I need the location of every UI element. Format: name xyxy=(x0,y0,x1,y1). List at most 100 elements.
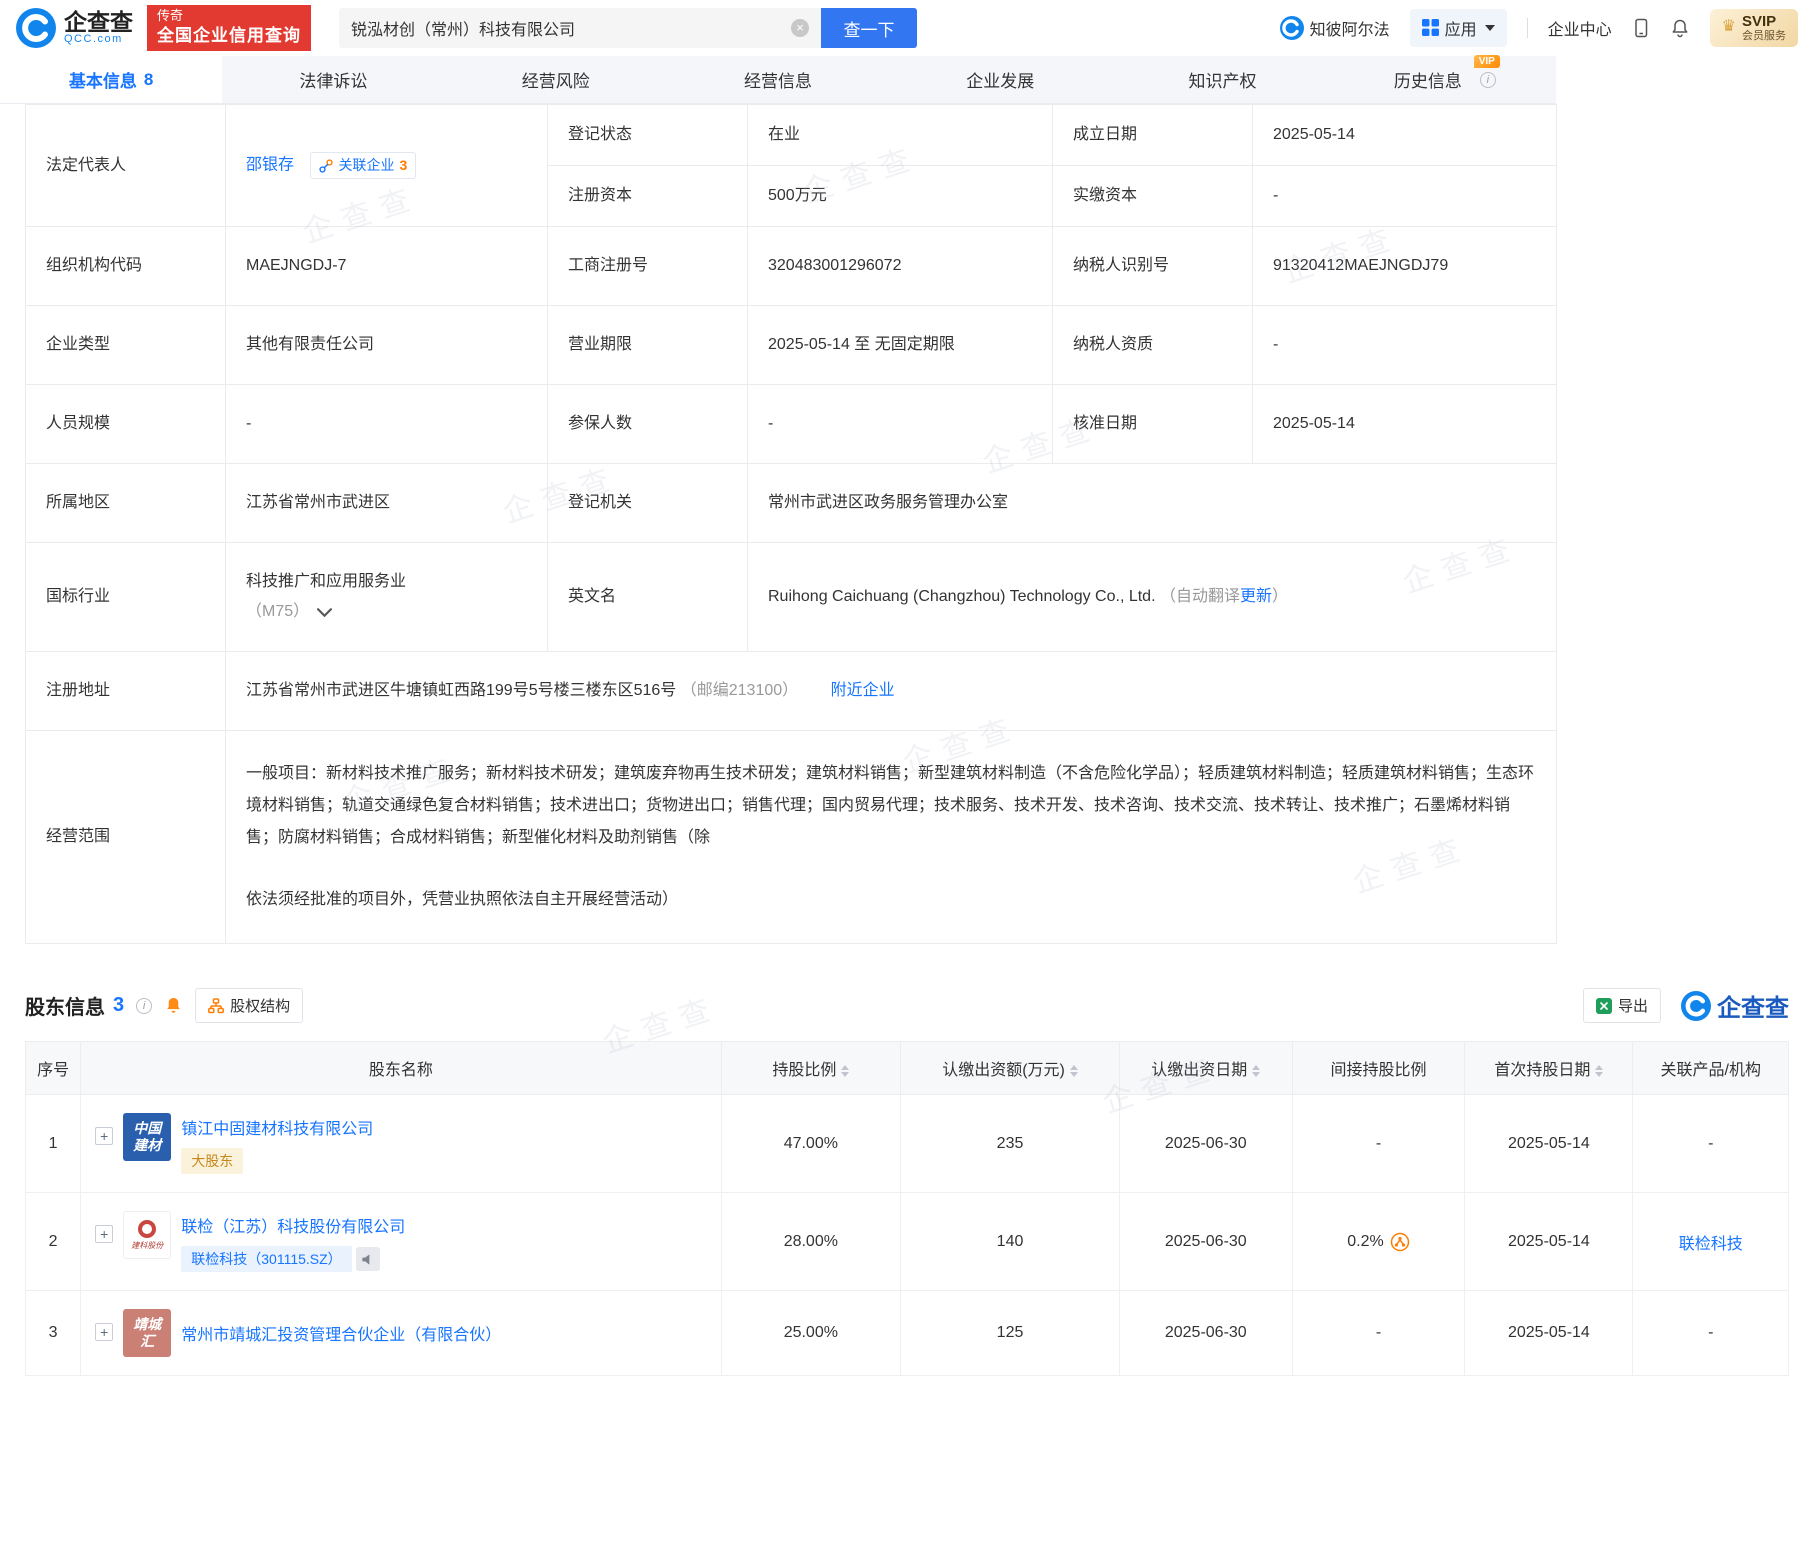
col-label: 持股比例 xyxy=(772,1062,837,1079)
equity-structure-button[interactable]: 股权结构 xyxy=(195,988,304,1023)
logo-text: 建材 xyxy=(133,1137,162,1153)
related-companies-chip[interactable]: 关联企业 3 xyxy=(310,152,417,179)
update-translation-link[interactable]: 更新 xyxy=(1240,588,1272,605)
col-label: 认缴出资日期 xyxy=(1151,1062,1248,1079)
info-icon[interactable]: i xyxy=(136,997,153,1014)
shareholder-name-link[interactable]: 联检（江苏）科技股份有限公司 xyxy=(181,1213,405,1237)
expand-row-button[interactable]: + xyxy=(95,1323,114,1341)
apps-menu[interactable]: 应用 xyxy=(1409,8,1507,47)
qcc-logo-icon xyxy=(16,8,56,48)
tab-operation-info[interactable]: 经营信息 xyxy=(667,56,889,103)
col-related: 关联产品/机构 xyxy=(1660,1062,1761,1079)
tab-company-development[interactable]: 企业发展 xyxy=(889,56,1111,103)
section-count: 3 xyxy=(113,994,125,1016)
vip-badge: VIP xyxy=(1473,55,1500,68)
sort-icon xyxy=(1595,1064,1604,1077)
tab-label: 法律诉讼 xyxy=(299,72,368,91)
expand-row-button[interactable]: + xyxy=(95,1225,114,1243)
qcc-logo[interactable]: 企查查 QCC.com xyxy=(16,8,133,48)
announcement-icon[interactable] xyxy=(355,1247,380,1271)
col-ratio-sort[interactable]: 持股比例 xyxy=(720,1041,902,1095)
field-value: 常州市武进区政务服务管理办公室 xyxy=(768,494,1009,511)
field-label: 法定代表人 xyxy=(46,156,127,174)
shareholder-logo: 靖城 汇 xyxy=(123,1309,172,1357)
search-button[interactable]: 查一下 xyxy=(821,8,917,48)
zhibi-alpha-link[interactable]: 知彼阿尔法 xyxy=(1279,15,1390,40)
address-value: 江苏省常州市武进区牛塘镇虹西路199号5号楼三楼东区516号 xyxy=(246,682,677,699)
field-value: 在业 xyxy=(768,126,801,143)
related-value: - xyxy=(1708,1134,1714,1152)
basic-info-table: 法定代表人 邵银存 关联企业 3 登记状态 在业 成立日期 2025-05-14… xyxy=(25,104,1557,944)
field-label: 纳税人识别号 xyxy=(1073,257,1170,274)
tab-history-info[interactable]: 历史信息 VIP i xyxy=(1334,55,1556,103)
shareholders-header: 股东信息 3 i 股权结构 导出 企查查 xyxy=(25,988,1789,1023)
field-value: 2025-05-14 xyxy=(1273,415,1355,432)
qcc-brand-text: 企查查 xyxy=(1717,995,1789,1022)
enterprise-center-link[interactable]: 企业中心 xyxy=(1548,16,1612,40)
crown-icon: ♛ xyxy=(1721,18,1736,36)
nearby-companies-link[interactable]: 附近企业 xyxy=(831,682,895,699)
qcc-company-page: 企查查 企查查 企查查 企查查 企查查 企查查 企查查 企查查 企查查 企查查 … xyxy=(0,0,1814,1376)
english-name-value: Ruihong Caichuang (Changzhou) Technology… xyxy=(768,588,1156,605)
logo-text: 靖城 xyxy=(133,1315,162,1332)
field-label: 参保人数 xyxy=(568,415,633,432)
clear-search-icon[interactable]: × xyxy=(791,19,809,37)
equity-penetration-icon[interactable] xyxy=(1390,1232,1410,1252)
listed-stock-tag[interactable]: 联检科技（301115.SZ） xyxy=(181,1246,352,1272)
field-label: 注册资本 xyxy=(568,187,633,204)
tab-label: 经营风险 xyxy=(521,72,590,91)
caret-down-icon xyxy=(1484,24,1495,31)
excel-icon xyxy=(1595,997,1612,1014)
field-value: - xyxy=(246,415,252,432)
field-value: - xyxy=(768,415,774,432)
tab-basic-info[interactable]: 基本信息 8 xyxy=(0,56,223,103)
col-amount-sort[interactable]: 认缴出资额(万元) xyxy=(900,1041,1120,1095)
logo-text: 建科股份 xyxy=(131,1240,164,1250)
expand-row-button[interactable]: + xyxy=(95,1127,114,1145)
col-seq: 序号 xyxy=(37,1062,70,1079)
sort-icon xyxy=(841,1064,850,1077)
enterprise-center-label: 企业中心 xyxy=(1547,21,1612,39)
mobile-app-icon[interactable] xyxy=(1632,18,1650,38)
tab-legal-litigation[interactable]: 法律诉讼 xyxy=(222,56,444,103)
top-header: 企查查 QCC.com 传奇 全国企业信用查询 × 查一下 知彼阿尔法 xyxy=(0,0,1814,56)
export-button[interactable]: 导出 xyxy=(1582,988,1661,1023)
first-date-value: 2025-05-14 xyxy=(1507,1134,1590,1152)
section-title: 股东信息 xyxy=(25,997,105,1019)
search-input[interactable] xyxy=(351,19,791,37)
field-value: - xyxy=(1273,187,1279,204)
chevron-down-icon[interactable] xyxy=(317,607,333,617)
promo-banner[interactable]: 传奇 全国企业信用查询 xyxy=(147,5,311,51)
field-label: 注册地址 xyxy=(46,682,111,699)
sub-date-value: 2025-06-30 xyxy=(1164,1134,1247,1152)
search-box[interactable]: × xyxy=(339,8,821,48)
tab-operation-risk[interactable]: 经营风险 xyxy=(445,56,667,103)
shareholder-name-link[interactable]: 镇江中固建材科技有限公司 xyxy=(181,1115,373,1139)
shareholder-name-link[interactable]: 常州市靖城汇投资管理合伙企业（有限合伙） xyxy=(181,1321,501,1345)
qcc-logo-icon xyxy=(1681,990,1711,1021)
svip-member-badge[interactable]: ♛ SVIP 会员服务 xyxy=(1709,8,1798,48)
tab-label: 企业发展 xyxy=(966,72,1035,91)
search-bar: × 查一下 xyxy=(339,8,917,48)
field-label: 实缴资本 xyxy=(1073,187,1138,204)
field-label: 营业期限 xyxy=(568,336,633,353)
equity-structure-label: 股权结构 xyxy=(230,998,291,1015)
logo-text: 汇 xyxy=(140,1333,155,1349)
subscribe-bell-icon[interactable] xyxy=(164,996,183,1015)
first-date-value: 2025-05-14 xyxy=(1507,1232,1590,1250)
info-icon[interactable]: i xyxy=(1479,71,1496,88)
tab-label: 历史信息 xyxy=(1393,72,1462,91)
related-product-link[interactable]: 联检科技 xyxy=(1679,1236,1743,1253)
qcc-watermark-logo: 企查查 xyxy=(1681,988,1789,1023)
divider xyxy=(1526,17,1528,38)
brand-name: 企查查 xyxy=(64,9,133,36)
tab-intellectual-property[interactable]: 知识产权 xyxy=(1111,56,1333,103)
col-sub-date-sort[interactable]: 认缴出资日期 xyxy=(1118,1041,1293,1095)
apps-grid-icon xyxy=(1421,19,1439,37)
logo-text: 中国 xyxy=(133,1119,162,1136)
col-first-date-sort[interactable]: 首次持股日期 xyxy=(1464,1041,1634,1095)
field-label: 国标行业 xyxy=(46,588,111,605)
legal-representative-link[interactable]: 邵银存 xyxy=(246,157,294,174)
notification-bell-icon[interactable] xyxy=(1670,18,1690,38)
business-scope-text: 一般项目：新材料技术推广服务；新材料技术研发；建筑废弃物再生技术研发；建筑材料销… xyxy=(246,765,1535,846)
